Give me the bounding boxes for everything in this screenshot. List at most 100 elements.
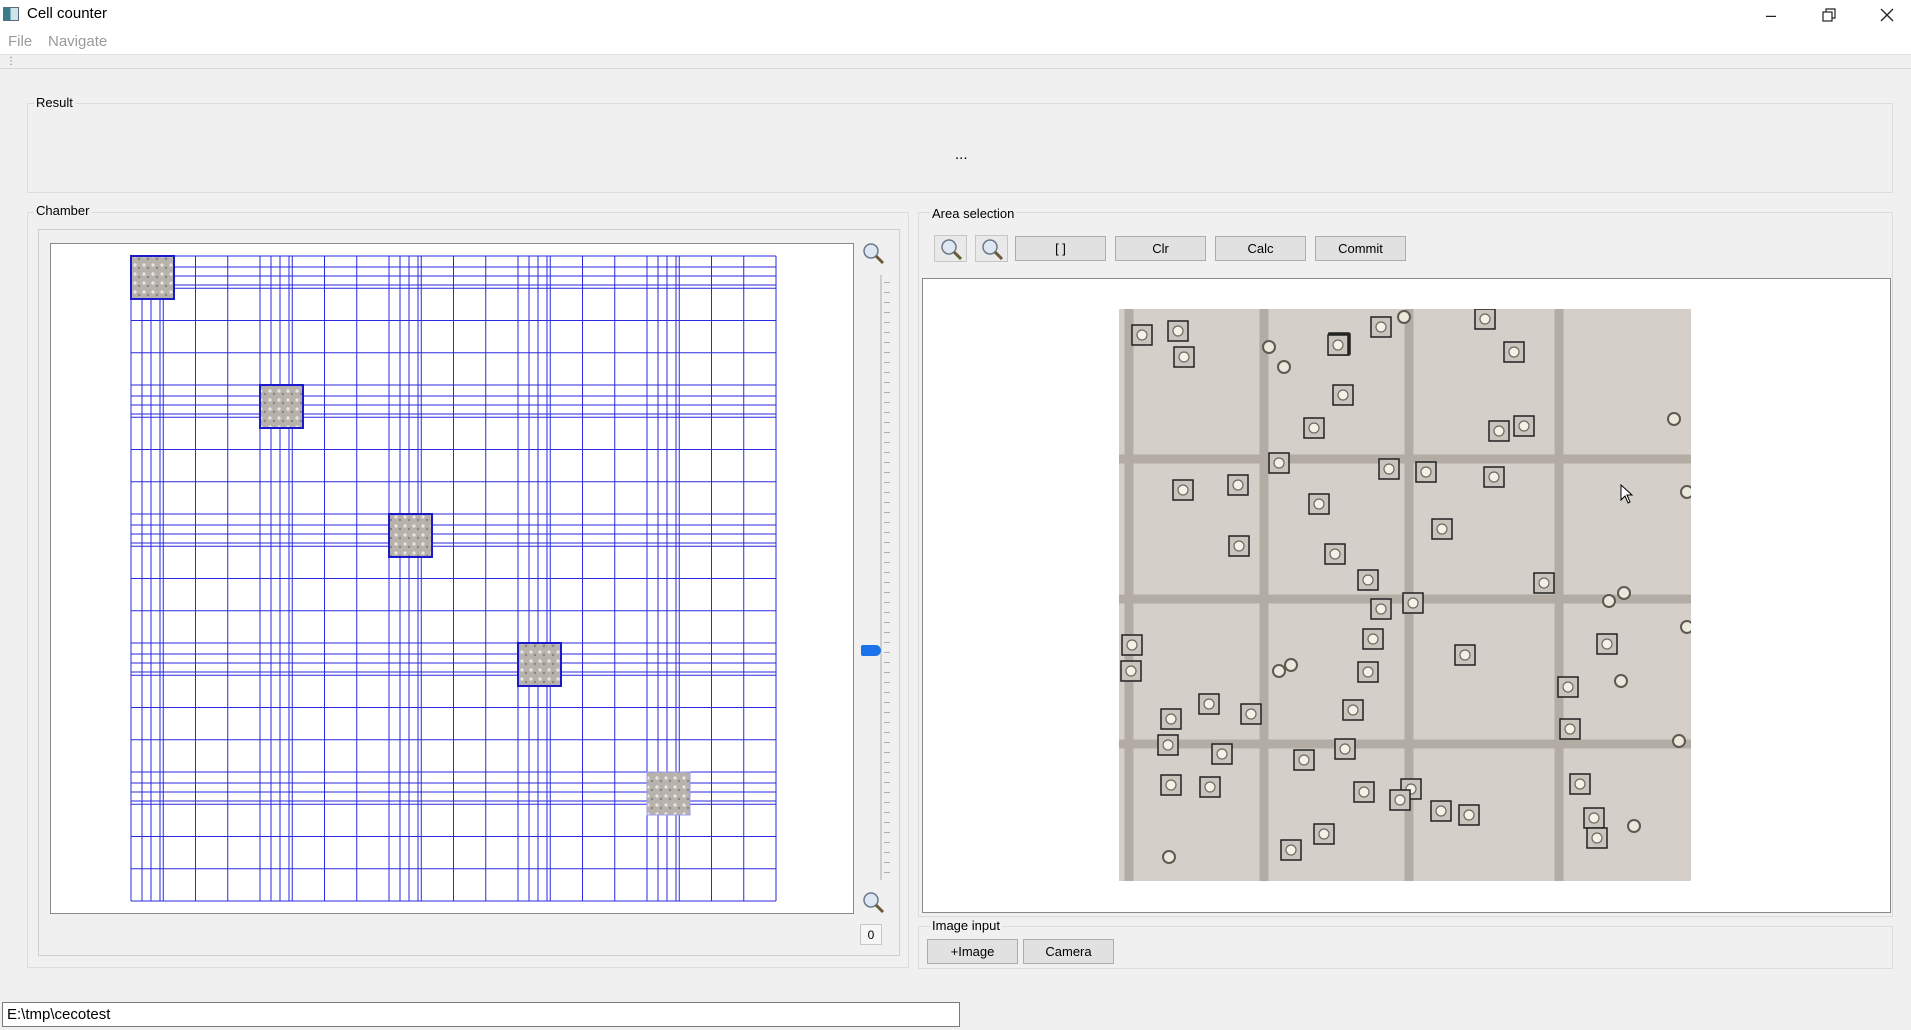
detected-cell[interactable] [1303, 417, 1325, 439]
detected-cell[interactable] [1332, 384, 1354, 406]
unmarked-cell [1397, 310, 1411, 324]
detected-cell[interactable] [1596, 633, 1618, 655]
detected-cell[interactable] [1157, 734, 1179, 756]
detected-cell[interactable] [1370, 598, 1392, 620]
menu-navigate[interactable]: Navigate [48, 33, 107, 50]
window-title: Cell counter [27, 5, 108, 22]
detected-cell[interactable] [1370, 316, 1392, 338]
detected-cell[interactable] [1167, 320, 1189, 342]
result-text: ... [955, 146, 968, 163]
detected-cell[interactable] [1431, 518, 1453, 540]
chamber-grid-view[interactable] [50, 243, 854, 914]
unmarked-cell [1277, 360, 1291, 374]
detected-cell[interactable] [1389, 789, 1411, 811]
minimize-icon: – [1765, 4, 1776, 25]
detected-cell[interactable] [1227, 474, 1249, 496]
toolbar-separator [0, 68, 1911, 69]
detected-cell[interactable] [1458, 804, 1480, 826]
camera-button[interactable]: Camera [1023, 939, 1114, 964]
chamber-zoom-out-button[interactable] [860, 890, 886, 914]
unmarked-cell [1284, 658, 1298, 672]
detected-cell[interactable] [1121, 634, 1143, 656]
detected-cell[interactable] [1308, 493, 1330, 515]
detected-cell[interactable] [1280, 839, 1302, 861]
detected-cell[interactable] [1313, 823, 1335, 845]
unmarked-cell [1614, 674, 1628, 688]
commit-button[interactable]: Commit [1315, 236, 1406, 261]
detected-cell[interactable] [1293, 749, 1315, 771]
path-field[interactable]: E:\tmp\cecotest [2, 1002, 960, 1027]
detected-cell[interactable] [1327, 334, 1349, 356]
app-icon [3, 7, 19, 21]
unmarked-cell [1667, 412, 1681, 426]
detected-cell[interactable] [1557, 676, 1579, 698]
detected-cell[interactable] [1586, 827, 1608, 849]
menu-bar: File Navigate [0, 30, 1911, 55]
detected-cell[interactable] [1228, 535, 1250, 557]
zoom-slider-handle[interactable] [861, 645, 881, 656]
unmarked-cell [1617, 586, 1631, 600]
title-bar: Cell counter – [0, 0, 1911, 30]
detected-cell[interactable] [1199, 776, 1221, 798]
restore-button[interactable] [1800, 0, 1858, 30]
detected-cell[interactable] [1402, 592, 1424, 614]
detected-cell[interactable] [1160, 774, 1182, 796]
clear-button[interactable]: Clr [1115, 236, 1206, 261]
detected-cell[interactable] [1569, 773, 1591, 795]
sample-square-5[interactable] [646, 771, 691, 816]
area-zoom-in-button[interactable] [934, 235, 967, 262]
detected-cell[interactable] [1240, 703, 1262, 725]
detected-cell[interactable] [1583, 807, 1605, 829]
zoom-slider-track[interactable] [880, 275, 882, 880]
zoom-in-icon [863, 243, 885, 264]
detected-cell[interactable] [1483, 466, 1505, 488]
detected-cell[interactable] [1211, 743, 1233, 765]
detected-cell[interactable] [1378, 458, 1400, 480]
detected-cell[interactable] [1474, 309, 1496, 330]
calc-button[interactable]: Calc [1215, 236, 1306, 261]
unmarked-cell [1262, 340, 1276, 354]
detected-cell[interactable] [1488, 420, 1510, 442]
detected-cell[interactable] [1198, 693, 1220, 715]
detected-cell[interactable] [1353, 781, 1375, 803]
detected-cell[interactable] [1120, 660, 1142, 682]
microscope-image[interactable] [1119, 309, 1691, 881]
detected-cell[interactable] [1357, 569, 1379, 591]
sample-square-4[interactable] [517, 642, 562, 687]
sample-square-2[interactable] [259, 384, 304, 429]
area-zoom-out-button[interactable] [975, 235, 1008, 262]
detected-cell[interactable] [1324, 543, 1346, 565]
close-icon [1880, 8, 1894, 22]
detected-cell[interactable] [1173, 346, 1195, 368]
detected-cell[interactable] [1454, 644, 1476, 666]
chamber-zoom-in-button[interactable] [860, 241, 886, 265]
detected-cell[interactable] [1268, 452, 1290, 474]
detected-cell[interactable] [1533, 572, 1555, 594]
detected-cell[interactable] [1362, 628, 1384, 650]
result-group-label: Result [34, 95, 75, 110]
detected-cell[interactable] [1172, 479, 1194, 501]
zoom-out-icon [863, 892, 885, 913]
toolbar-grip: ⋮ [6, 56, 16, 67]
minimize-button[interactable]: – [1742, 0, 1800, 30]
chamber-group-label: Chamber [34, 203, 92, 218]
detected-cell[interactable] [1160, 708, 1182, 730]
detected-cell[interactable] [1503, 341, 1525, 363]
add-image-button[interactable]: +Image [927, 939, 1018, 964]
detected-cell[interactable] [1131, 324, 1153, 346]
close-button[interactable] [1858, 0, 1911, 30]
detected-cell[interactable] [1430, 800, 1452, 822]
detected-cell[interactable] [1334, 738, 1356, 760]
detected-cell[interactable] [1415, 461, 1437, 483]
menu-file[interactable]: File [8, 33, 32, 50]
sample-square-3[interactable] [388, 513, 433, 558]
detected-cell[interactable] [1357, 661, 1379, 683]
detected-cell[interactable] [1342, 699, 1364, 721]
detected-cell[interactable] [1513, 415, 1535, 437]
detected-cell[interactable] [1559, 718, 1581, 740]
unmarked-cell [1627, 819, 1641, 833]
unmarked-cell [1672, 734, 1686, 748]
select-area-button[interactable]: [ ] [1015, 236, 1106, 261]
sample-square-1[interactable] [130, 255, 175, 300]
restore-icon [1822, 8, 1836, 22]
